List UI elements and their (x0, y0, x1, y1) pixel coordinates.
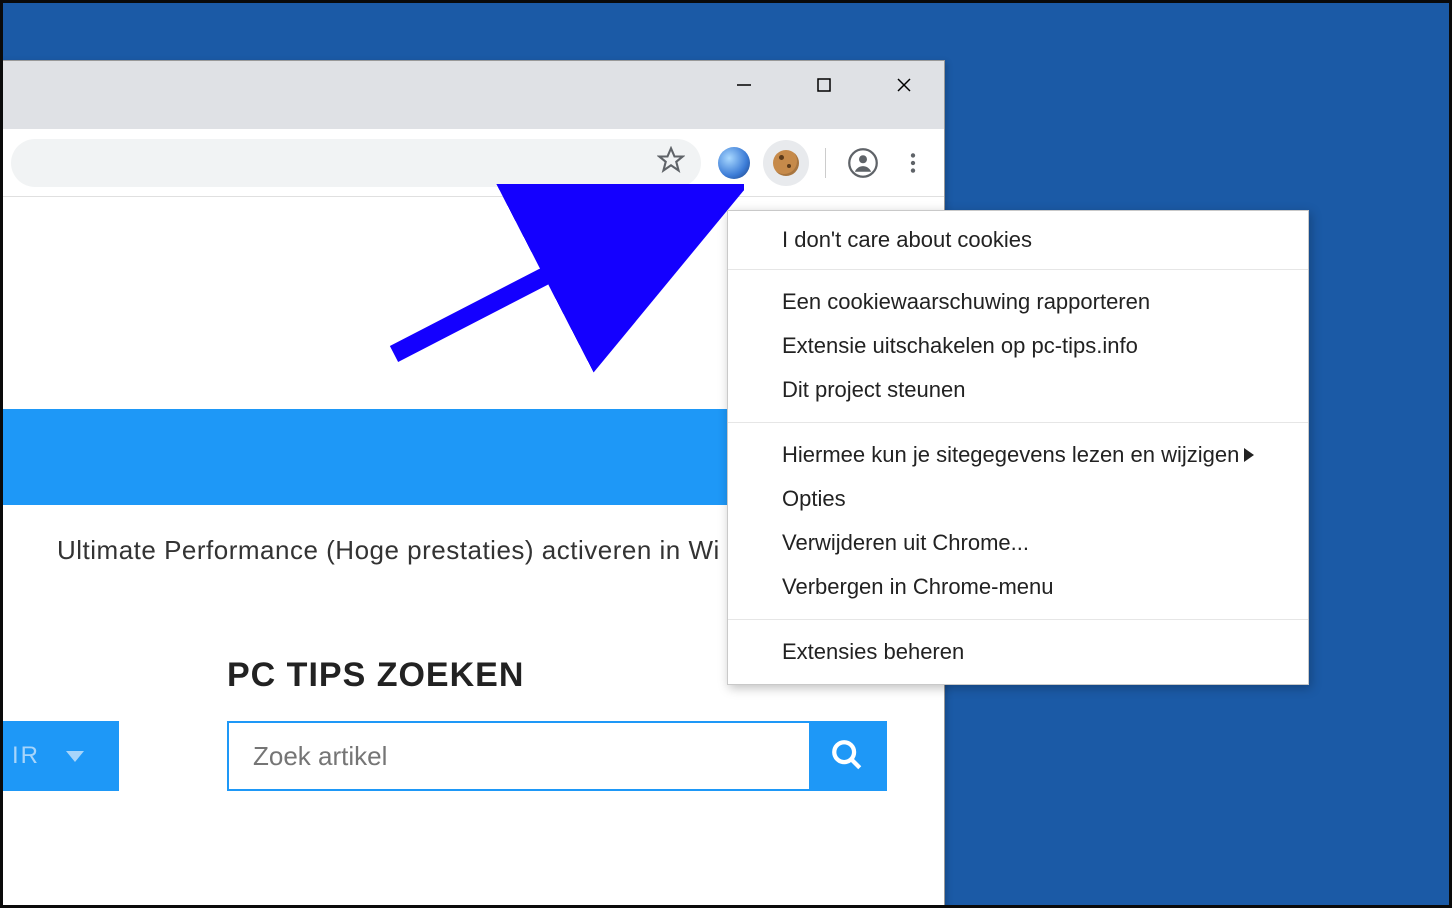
cookie-extension-icon[interactable] (763, 140, 809, 186)
close-button[interactable] (864, 61, 944, 109)
search-button[interactable] (809, 723, 885, 789)
search-input[interactable] (229, 723, 809, 789)
menu-item-disable-extension[interactable]: Extensie uitschakelen op pc-tips.info (728, 324, 1308, 368)
profile-icon[interactable] (842, 142, 884, 184)
toolbar-separator (825, 148, 826, 178)
titlebar (1, 61, 944, 129)
extension-context-menu: I don't care about cookies Een cookiewaa… (727, 210, 1309, 685)
menu-item-options[interactable]: Opties (728, 477, 1308, 521)
context-menu-title: I don't care about cookies (728, 211, 1308, 269)
chevron-down-icon (66, 742, 84, 770)
address-bar[interactable] (11, 139, 701, 187)
menu-item-remove-from-chrome[interactable]: Verwijderen uit Chrome... (728, 521, 1308, 565)
menu-item-hide-in-menu[interactable]: Verbergen in Chrome-menu (728, 565, 1308, 609)
menu-item-support-project[interactable]: Dit project steunen (728, 368, 1308, 412)
browser-toolbar (1, 129, 944, 197)
category-dropdown[interactable]: IR (1, 721, 119, 791)
minimize-button[interactable] (704, 61, 784, 109)
dropdown-label: IR (12, 742, 40, 770)
star-icon[interactable] (657, 146, 685, 179)
menu-item-site-data[interactable]: Hiermee kun je sitegegevens lezen en wij… (728, 433, 1308, 477)
extension-icons (713, 140, 934, 186)
browser-menu-icon[interactable] (892, 142, 934, 184)
submenu-arrow-icon (1244, 448, 1254, 462)
menu-item-manage-extensions[interactable]: Extensies beheren (728, 630, 1308, 674)
search-icon (830, 738, 864, 775)
window-controls (704, 61, 944, 109)
globe-extension-icon[interactable] (713, 142, 755, 184)
maximize-button[interactable] (784, 61, 864, 109)
search-box (227, 721, 887, 791)
menu-item-report-cookie[interactable]: Een cookiewaarschuwing rapporteren (728, 280, 1308, 324)
